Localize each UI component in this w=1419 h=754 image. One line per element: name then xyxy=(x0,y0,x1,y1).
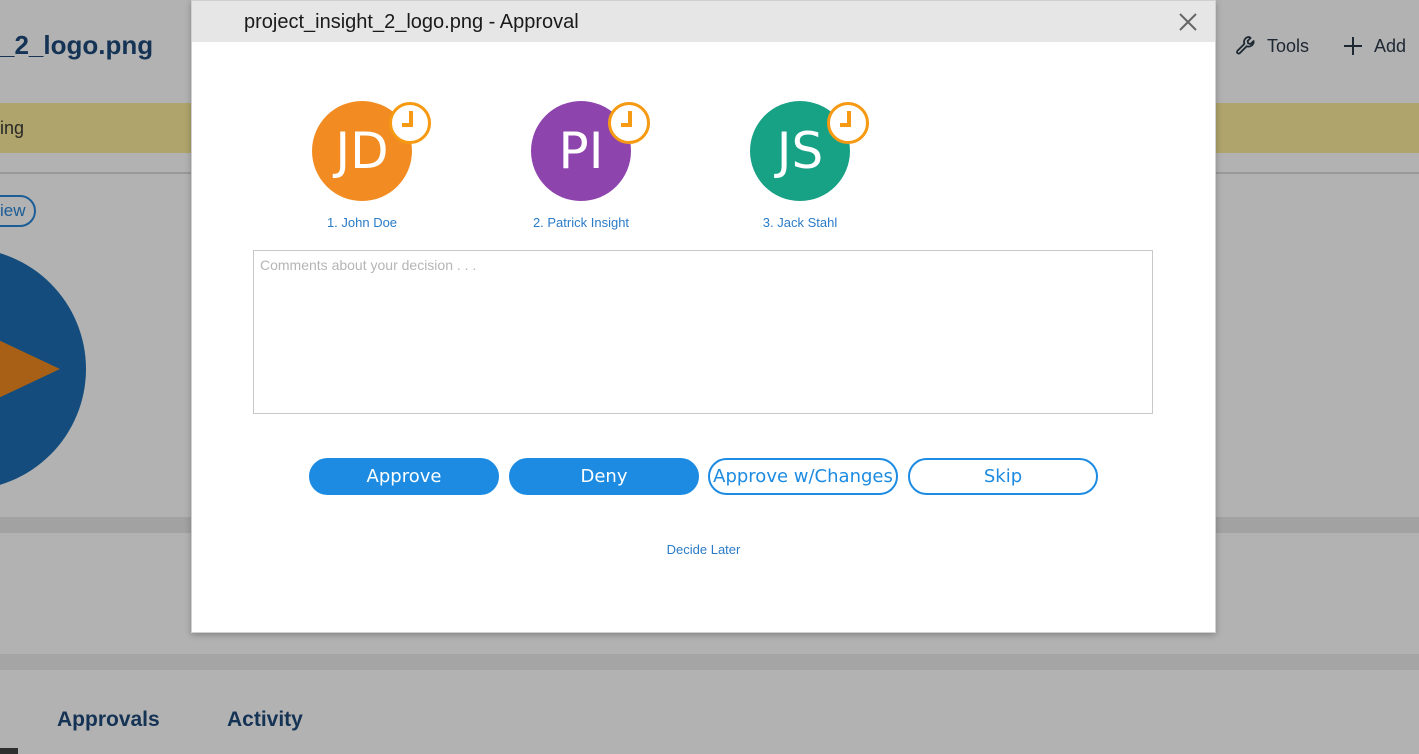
approve-button[interactable]: Approve xyxy=(309,458,499,495)
dialog-header: project_insight_2_logo.png - Approval xyxy=(192,1,1215,42)
dialog-title: project_insight_2_logo.png - Approval xyxy=(244,11,579,33)
close-button[interactable] xyxy=(1177,11,1199,33)
decide-later-link[interactable]: Decide Later xyxy=(192,542,1215,557)
clock-icon xyxy=(826,101,870,145)
skip-button[interactable]: Skip xyxy=(908,458,1098,495)
approver-item: JD 1. John Doe xyxy=(282,101,442,230)
clock-icon xyxy=(388,101,432,145)
approver-item: PI 2. Patrick Insight xyxy=(501,101,661,230)
comments-input[interactable] xyxy=(253,250,1153,414)
close-icon xyxy=(1177,13,1199,37)
approver-name[interactable]: 1. John Doe xyxy=(282,215,442,230)
approver-name[interactable]: 3. Jack Stahl xyxy=(720,215,880,230)
approver-item: JS 3. Jack Stahl xyxy=(720,101,880,230)
approver-name[interactable]: 2. Patrick Insight xyxy=(501,215,661,230)
approval-dialog: project_insight_2_logo.png - Approval JD… xyxy=(191,0,1216,633)
clock-icon xyxy=(607,101,651,145)
deny-button[interactable]: Deny xyxy=(509,458,699,495)
approve-with-changes-button[interactable]: Approve w/Changes xyxy=(708,458,898,495)
